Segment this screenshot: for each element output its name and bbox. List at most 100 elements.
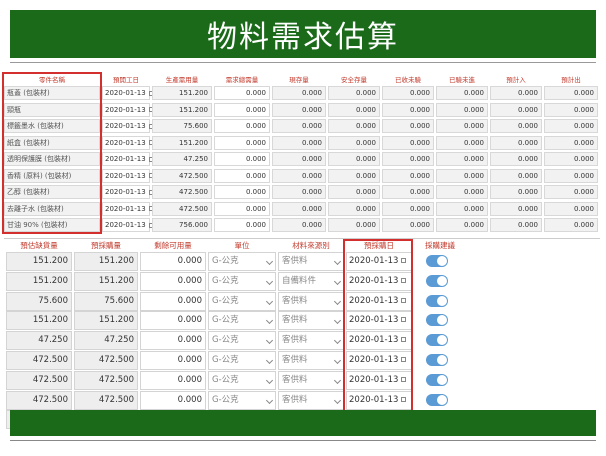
column-header: 現存量	[289, 76, 309, 84]
column-header: 預採購量	[91, 241, 121, 250]
date-text: 2020-01-13	[105, 188, 146, 196]
source-select[interactable]: 客供料	[278, 252, 344, 271]
date-field[interactable]: 2020-01-13	[102, 201, 154, 216]
purchase-qty-cell: 472.500	[74, 370, 138, 390]
stock-value-cell: 0.000	[544, 86, 598, 100]
source-select[interactable]: 客供料	[278, 311, 344, 331]
date-field[interactable]: 2020-01-13	[102, 102, 154, 117]
stock-value-cell: 0.000	[490, 102, 542, 117]
date-text: 2020-01-13	[105, 171, 146, 180]
footer-bar	[10, 410, 596, 436]
stock-value-cell: 0.000	[328, 102, 380, 117]
stock-value-cell: 0.000	[272, 119, 326, 133]
chevron-down-icon	[265, 356, 274, 365]
stock-value-cell: 0.000	[436, 218, 488, 232]
total-demand-input[interactable]: 0.000	[214, 119, 270, 133]
source-select[interactable]: 自備料件	[278, 271, 344, 291]
remaining-qty-cell: 0.000	[140, 390, 206, 410]
purchase-suggestion-toggle[interactable]	[426, 255, 448, 267]
unit-select[interactable]: G-公克	[208, 351, 276, 370]
chevron-down-icon	[265, 337, 274, 345]
total-demand-input[interactable]: 0.000	[214, 185, 270, 199]
stock-value-cell: 0.000	[436, 86, 488, 100]
required-qty-cell: 472.500	[152, 201, 212, 216]
purchase-qty-cell: 75.600	[74, 291, 138, 311]
purchase-suggestion-toggle[interactable]	[426, 373, 448, 386]
unit-value: G-公克	[212, 275, 239, 286]
column-header: 預開工日	[113, 76, 139, 84]
chevron-down-icon	[333, 297, 342, 305]
column-header: 預估缺貨量	[20, 241, 58, 250]
date-field[interactable]: 2020-01-13	[102, 86, 154, 100]
required-qty-cell: 75.600	[152, 119, 212, 133]
date-field[interactable]: 2020-01-13	[102, 218, 154, 232]
stock-value-cell: 0.000	[490, 185, 542, 199]
stock-value-cell: 0.000	[436, 168, 488, 183]
source-select[interactable]: 客供料	[278, 370, 344, 390]
column-header: 已收未驗	[395, 76, 421, 84]
chevron-down-icon	[333, 376, 342, 384]
date-text: 2020-01-13	[105, 89, 146, 97]
remaining-qty-cell: 0.000	[140, 271, 206, 291]
chevron-down-icon	[265, 277, 274, 285]
unit-value: G-公克	[212, 256, 239, 266]
required-qty-cell: 151.200	[152, 86, 212, 100]
column-header: 材料來源別	[292, 241, 330, 250]
date-field[interactable]: 2020-01-13	[102, 119, 154, 133]
total-demand-input[interactable]: 0.000	[214, 102, 270, 117]
remaining-qty-cell: 0.000	[140, 311, 206, 331]
unit-select[interactable]: G-公克	[208, 331, 276, 351]
unit-select[interactable]: G-公克	[208, 252, 276, 271]
purchase-qty-cell: 151.200	[74, 252, 138, 271]
column-header: 剩餘可用量	[154, 241, 192, 250]
unit-select[interactable]: G-公克	[208, 271, 276, 291]
total-demand-input[interactable]: 0.000	[214, 201, 270, 216]
date-field[interactable]: 2020-01-13	[102, 185, 154, 199]
stock-value-cell: 0.000	[382, 185, 434, 199]
total-demand-input[interactable]: 0.000	[214, 218, 270, 232]
date-field[interactable]: 2020-01-13	[102, 168, 154, 183]
date-field[interactable]: 2020-01-13	[102, 135, 154, 150]
column-header: 採購建議	[425, 241, 455, 250]
stock-value-cell: 0.000	[544, 201, 598, 216]
total-demand-input[interactable]: 0.000	[214, 168, 270, 183]
purchase-suggestion-toggle[interactable]	[426, 393, 448, 406]
date-text: 2020-01-13	[105, 138, 146, 147]
shortage-qty-cell: 75.600	[6, 291, 72, 311]
purchase-qty-cell: 47.250	[74, 331, 138, 351]
total-demand-input[interactable]: 0.000	[214, 135, 270, 150]
shortage-qty-cell: 472.500	[6, 370, 72, 390]
total-demand-input[interactable]: 0.000	[214, 86, 270, 100]
source-select[interactable]: 客供料	[278, 351, 344, 370]
source-select[interactable]: 客供料	[278, 390, 344, 410]
unit-select[interactable]: G-公克	[208, 390, 276, 410]
stock-value-cell: 0.000	[382, 152, 434, 166]
shortage-qty-cell: 47.250	[6, 331, 72, 351]
source-select[interactable]: 客供料	[278, 291, 344, 311]
source-select[interactable]: 客供料	[278, 331, 344, 351]
unit-select[interactable]: G-公克	[208, 370, 276, 390]
purchase-qty-cell: 151.200	[74, 271, 138, 291]
purchase-suggestion-toggle[interactable]	[426, 334, 448, 347]
date-field[interactable]: 2020-01-13	[102, 152, 154, 166]
date-text: 2020-01-13	[105, 105, 146, 114]
required-qty-cell: 151.200	[152, 102, 212, 117]
source-value: 客供料	[282, 374, 308, 385]
purchase-suggestion-toggle[interactable]	[426, 294, 448, 307]
chevron-down-icon	[265, 317, 274, 325]
chevron-down-icon	[333, 317, 342, 325]
purchase-suggestion-toggle[interactable]	[426, 354, 448, 366]
stock-value-cell: 0.000	[272, 135, 326, 150]
stock-value-cell: 0.000	[490, 218, 542, 232]
shortage-qty-cell: 472.500	[6, 351, 72, 370]
column-header: 已驗未進	[449, 76, 475, 84]
stock-value-cell: 0.000	[436, 102, 488, 117]
purchase-suggestion-toggle[interactable]	[426, 314, 448, 327]
total-demand-input[interactable]: 0.000	[214, 152, 270, 166]
purchase-qty-cell: 472.500	[74, 351, 138, 370]
purchase-suggestion-toggle[interactable]	[426, 274, 448, 287]
unit-select[interactable]: G-公克	[208, 311, 276, 331]
unit-select[interactable]: G-公克	[208, 291, 276, 311]
stock-value-cell: 0.000	[490, 86, 542, 100]
material-requirement-table: 零件名稱 預開工日 生產需用量 需求總需量 現存量 安全存量 已收未驗 已驗未進 預計入 預計出瓶…	[2, 72, 600, 239]
